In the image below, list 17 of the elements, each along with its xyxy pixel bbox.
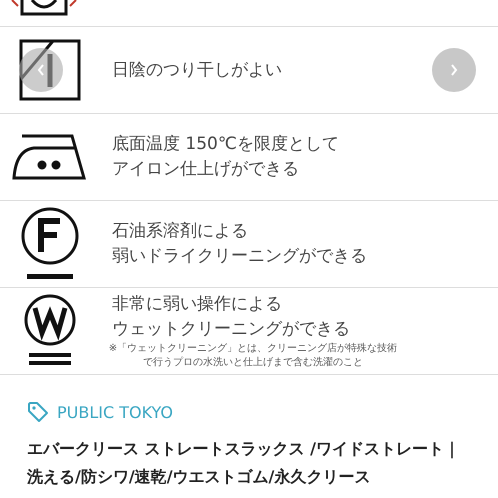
care-label-text: 弱いドライクリーニングができる — [112, 245, 367, 268]
care-label-text: 日陰のつり干しがよい — [112, 58, 282, 82]
brand-link[interactable]: PUBLIC TOKYO — [57, 402, 174, 422]
product-title: エバークリース ストレートスラックス /ワイドストレート｜洗える/防シワ/速乾/ウエストゴム/永久クリース — [26, 438, 461, 488]
dry-clean-f-icon — [19, 206, 81, 282]
care-label-text: アイロン仕上げができる — [112, 158, 300, 181]
chevron-left-icon — [36, 63, 46, 77]
previous-button[interactable] — [19, 48, 63, 92]
shade-hang-dry-icon — [19, 39, 81, 101]
tag-icon — [27, 401, 49, 423]
footnote-text: ※「ウェットクリーニング」とは、クリーニング店が特殊な技術で行うプロの水洗いと仕上げまで含む洗濯のこと — [108, 342, 398, 370]
care-label-text: 底面温度 150℃を限度として — [112, 133, 339, 156]
care-label-text: 石油系溶剤による — [112, 220, 249, 243]
chevron-right-icon — [449, 63, 459, 77]
care-label-text: ウェットクリーニングができる — [112, 318, 351, 341]
care-label-text: 非常に弱い操作による — [112, 293, 283, 316]
iron-icon — [12, 134, 88, 180]
